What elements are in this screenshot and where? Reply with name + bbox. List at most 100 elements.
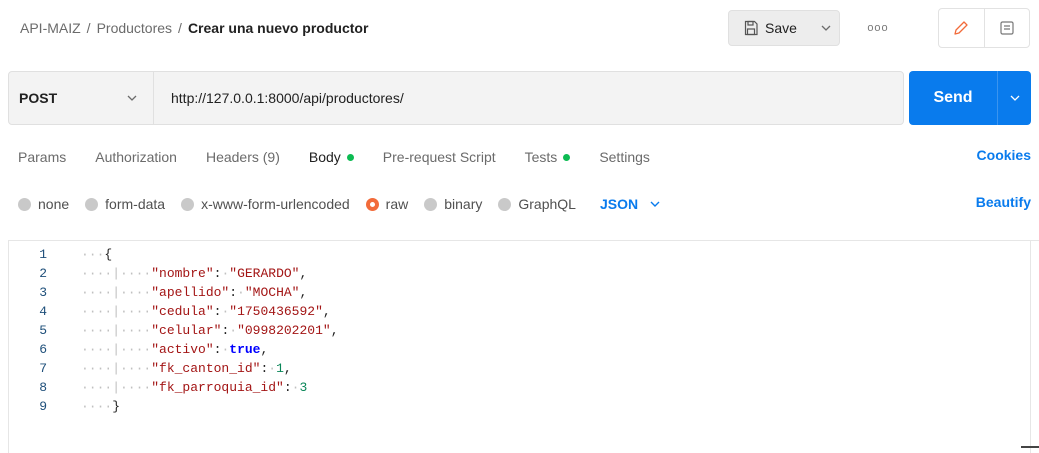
radio-graphql[interactable]: GraphQL xyxy=(498,196,576,212)
code-content: ···{ xyxy=(81,247,113,262)
save-button[interactable]: Save xyxy=(729,11,813,45)
send-options-button[interactable] xyxy=(997,71,1031,125)
code-line: 3 ····|····"apellido":·"MOCHA", xyxy=(9,283,1009,302)
code-line: 4 ····|····"cedula":·"1750436592", xyxy=(9,302,1009,321)
radio-selected-icon xyxy=(365,197,379,211)
line-number: 6 xyxy=(39,342,47,357)
comment-icon xyxy=(1000,21,1014,35)
radio-label: raw xyxy=(385,196,409,212)
chevron-down-icon xyxy=(650,201,660,207)
code-content: ····|····"activo":·true, xyxy=(81,342,269,357)
line-number: 3 xyxy=(39,285,47,300)
line-number: 4 xyxy=(39,304,47,319)
pencil-icon xyxy=(954,21,968,35)
url-input[interactable] xyxy=(154,72,903,124)
tab-body[interactable]: Body xyxy=(309,149,354,165)
code-line: 1 ···{ xyxy=(9,245,1009,264)
save-button-group: Save xyxy=(728,10,840,46)
breadcrumb-folder[interactable]: Productores xyxy=(97,20,172,36)
tab-label: Pre-request Script xyxy=(382,149,496,165)
code-content: ····|····"cedula":·"1750436592", xyxy=(81,304,331,319)
radio-icon xyxy=(424,197,438,211)
format-label: JSON xyxy=(599,196,639,212)
line-number: 8 xyxy=(39,380,47,395)
request-name[interactable]: Crear una nuevo productor xyxy=(188,20,368,36)
line-number: 1 xyxy=(39,247,47,262)
code-line: 6 ····|····"activo":·true, xyxy=(9,340,1009,359)
status-dot xyxy=(346,153,354,161)
radio-label: binary xyxy=(444,196,483,212)
breadcrumb-collection[interactable]: API-MAIZ xyxy=(20,20,81,36)
radio-x-www-form-urlencoded[interactable]: x-www-form-urlencoded xyxy=(181,196,350,212)
code-line: 5 ····|····"celular":·"0998202201", xyxy=(9,321,1009,340)
request-row: POST Send xyxy=(8,71,1031,125)
tab-authorization[interactable]: Authorization xyxy=(95,149,177,165)
send-button-group: Send xyxy=(909,71,1031,125)
tab-label: Authorization xyxy=(95,149,177,165)
method-select[interactable]: POST xyxy=(9,72,154,124)
editor-scrollbar-edge xyxy=(1030,241,1031,453)
request-header: API-MAIZ / Productores / Crear una nuevo… xyxy=(0,0,1039,58)
radio-label: none xyxy=(38,196,70,212)
code-content: ····|····"nombre":·"GERARDO", xyxy=(81,266,308,281)
radio-icon xyxy=(18,197,31,211)
radio-label: GraphQL xyxy=(518,196,576,212)
code-line: 9 ····} xyxy=(9,397,1009,416)
tab-settings[interactable]: Settings xyxy=(599,149,650,165)
save-options-button[interactable] xyxy=(813,11,839,45)
radio-binary[interactable]: binary xyxy=(424,196,482,212)
save-label: Save xyxy=(765,20,797,36)
code-content: ····} xyxy=(81,399,121,414)
code-editor[interactable]: 1 ···{ 2 ····|····"nombre":·"GERARDO", 3… xyxy=(8,240,1039,453)
code-content: ····|····"fk_canton_id":·1, xyxy=(81,361,292,376)
code-content: ····|····"celular":·"0998202201", xyxy=(81,323,339,338)
chevron-down-icon xyxy=(127,95,137,101)
radio-icon xyxy=(498,197,512,211)
beautify-link[interactable]: Beautify xyxy=(976,194,1031,210)
tab-label: Tests xyxy=(524,149,558,165)
code-content: ····|····"apellido":·"MOCHA", xyxy=(81,285,308,300)
line-number: 2 xyxy=(39,266,47,281)
more-options-button[interactable]: ooo xyxy=(864,18,892,38)
tab-label: Body xyxy=(308,149,341,165)
request-tabs: Params Authorization Headers (9) Body Pr… xyxy=(18,147,1031,167)
tab-label: Settings xyxy=(599,149,650,165)
line-number: 9 xyxy=(39,399,47,414)
right-toolbar xyxy=(938,8,1030,48)
tab-params[interactable]: Params xyxy=(18,149,66,165)
documentation-button[interactable] xyxy=(985,9,1030,47)
tab-tests[interactable]: Tests xyxy=(525,149,571,165)
send-button[interactable]: Send xyxy=(909,71,997,125)
radio-form-data[interactable]: form-data xyxy=(85,196,165,212)
format-select[interactable]: JSON xyxy=(600,196,660,212)
code-line: 2 ····|····"nombre":·"GERARDO", xyxy=(9,264,1009,283)
radio-label: form-data xyxy=(105,196,166,212)
method-label: POST xyxy=(19,90,58,106)
chevron-down-icon xyxy=(821,25,831,31)
tab-label: Headers (9) xyxy=(205,149,280,165)
status-dot xyxy=(563,153,571,161)
cookies-link[interactable]: Cookies xyxy=(977,147,1031,163)
radio-icon xyxy=(85,197,99,211)
line-number: 5 xyxy=(39,323,47,338)
radio-icon xyxy=(181,197,195,211)
tab-headers[interactable]: Headers (9) xyxy=(206,149,280,165)
body-type-selector: none form-data x-www-form-urlencoded raw… xyxy=(18,194,1031,214)
code-line: 7 ····|····"fk_canton_id":·1, xyxy=(9,359,1009,378)
radio-raw[interactable]: raw xyxy=(365,196,409,212)
chevron-down-icon xyxy=(1010,95,1019,101)
tab-pre-request-script[interactable]: Pre-request Script xyxy=(383,149,496,165)
line-number: 7 xyxy=(39,361,47,376)
breadcrumb: API-MAIZ / Productores / Crear una nuevo… xyxy=(20,20,368,36)
save-icon xyxy=(744,20,758,36)
edit-button[interactable] xyxy=(939,9,985,47)
url-bar: POST xyxy=(8,71,904,125)
code-line: 8 ····|····"fk_parroquia_id":·3 xyxy=(9,378,1009,397)
tab-label: Params xyxy=(18,149,67,165)
resize-handle[interactable] xyxy=(1021,446,1039,448)
radio-label: x-www-form-urlencoded xyxy=(201,196,350,212)
code-content: ····|····"fk_parroquia_id":·3 xyxy=(81,380,308,395)
breadcrumb-separator: / xyxy=(86,20,91,36)
breadcrumb-separator: / xyxy=(178,20,182,36)
radio-none[interactable]: none xyxy=(18,196,69,212)
